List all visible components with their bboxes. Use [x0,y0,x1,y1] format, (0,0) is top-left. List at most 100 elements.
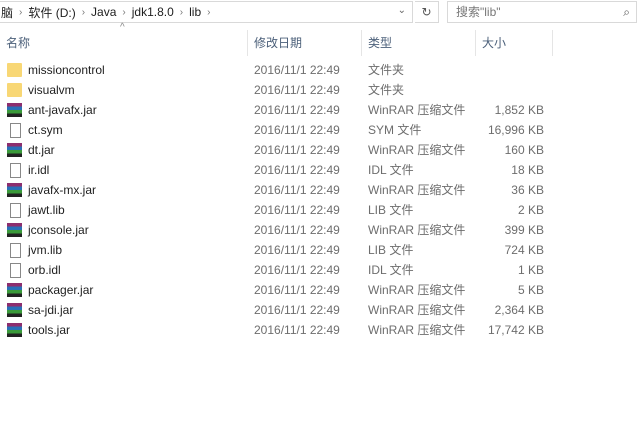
file-name: dt.jar [28,143,55,157]
chevron-right-icon[interactable]: › [180,7,183,18]
file-name: ir.idl [28,163,50,177]
file-row[interactable]: missioncontrol 2016/11/1 22:49 文件夹 [0,60,640,80]
file-type: SYM 文件 [368,123,422,137]
file-icon [10,123,21,138]
file-name: jconsole.jar [28,223,89,237]
file-type: WinRAR 压缩文件 [368,323,466,337]
chevron-right-icon[interactable]: › [207,7,210,18]
folder-icon [7,83,22,97]
file-row[interactable]: packager.jar 2016/11/1 22:49 WinRAR 压缩文件… [0,280,640,300]
file-row[interactable]: ct.sym 2016/11/1 22:49 SYM 文件 16,996 KB [0,120,640,140]
file-icon [10,163,21,178]
file-size: 1,852 KB [494,103,544,117]
file-size: 1 KB [517,263,544,277]
file-type: LIB 文件 [368,243,414,257]
file-type: WinRAR 压缩文件 [368,143,466,157]
file-date: 2016/11/1 22:49 [254,263,340,277]
column-type[interactable]: 类型 [362,30,476,56]
file-date: 2016/11/1 22:49 [254,83,340,97]
file-type: LIB 文件 [368,203,414,217]
column-header: 名称 修改日期 类型 大小 [0,30,640,56]
file-date: 2016/11/1 22:49 [254,103,340,117]
file-row[interactable]: javafx-mx.jar 2016/11/1 22:49 WinRAR 压缩文… [0,180,640,200]
file-icon [10,203,21,218]
file-name: packager.jar [28,283,94,297]
file-row[interactable]: ir.idl 2016/11/1 22:49 IDL 文件 18 KB [0,160,640,180]
file-size: 399 KB [504,223,544,237]
chevron-right-icon[interactable]: › [122,7,125,18]
file-name: ct.sym [28,123,63,137]
file-type: WinRAR 压缩文件 [368,103,466,117]
file-size: 5 KB [517,283,544,297]
file-type: 文件夹 [368,83,405,97]
file-type: WinRAR 压缩文件 [368,283,466,297]
file-row[interactable]: orb.idl 2016/11/1 22:49 IDL 文件 1 KB [0,260,640,280]
file-size: 160 KB [504,143,544,157]
file-date: 2016/11/1 22:49 [254,303,340,317]
breadcrumb-drive[interactable]: 软件 (D:) [28,4,75,21]
breadcrumb-java[interactable]: Java [91,5,116,19]
winrar-archive-icon [7,303,22,317]
address-bar[interactable]: 脑 › 软件 (D:) › Java › jdk1.8.0 › lib › ⌄ [0,1,413,23]
file-type: WinRAR 压缩文件 [368,183,466,197]
file-row[interactable]: jawt.lib 2016/11/1 22:49 LIB 文件 2 KB [0,200,640,220]
file-date: 2016/11/1 22:49 [254,183,340,197]
search-input[interactable]: 搜索"lib" ⌕ [447,1,637,23]
file-type: IDL 文件 [368,163,414,177]
winrar-archive-icon [7,323,22,337]
file-date: 2016/11/1 22:49 [254,143,340,157]
breadcrumb-computer[interactable]: 脑 [1,4,13,21]
file-type: IDL 文件 [368,263,414,277]
file-date: 2016/11/1 22:49 [254,203,340,217]
file-row[interactable]: jvm.lib 2016/11/1 22:49 LIB 文件 724 KB [0,240,640,260]
winrar-archive-icon [7,103,22,117]
file-name: tools.jar [28,323,71,337]
file-date: 2016/11/1 22:49 [254,163,340,177]
search-placeholder: 搜索"lib" [456,5,501,19]
file-row[interactable]: ant-javafx.jar 2016/11/1 22:49 WinRAR 压缩… [0,100,640,120]
chevron-right-icon[interactable]: › [19,7,22,18]
file-row[interactable]: sa-jdi.jar 2016/11/1 22:49 WinRAR 压缩文件 2… [0,300,640,320]
file-row[interactable]: dt.jar 2016/11/1 22:49 WinRAR 压缩文件 160 K… [0,140,640,160]
file-size: 17,742 KB [487,323,544,337]
file-date: 2016/11/1 22:49 [254,283,340,297]
search-icon[interactable]: ⌕ [623,2,630,22]
file-size: 36 KB [511,183,544,197]
column-size[interactable]: 大小 [476,30,553,56]
file-name: missioncontrol [28,63,105,77]
file-row[interactable]: jconsole.jar 2016/11/1 22:49 WinRAR 压缩文件… [0,220,640,240]
file-name: javafx-mx.jar [28,183,97,197]
file-size: 2 KB [517,203,544,217]
file-size: 16,996 KB [487,123,544,137]
file-name: sa-jdi.jar [28,303,74,317]
file-date: 2016/11/1 22:49 [254,323,340,337]
breadcrumb-jdk[interactable]: jdk1.8.0 [132,5,174,19]
file-size: 2,364 KB [494,303,544,317]
winrar-archive-icon [7,143,22,157]
file-row[interactable]: tools.jar 2016/11/1 22:49 WinRAR 压缩文件 17… [0,320,640,340]
file-size: 18 KB [511,163,544,177]
file-size: 724 KB [504,243,544,257]
file-name: jawt.lib [28,203,65,217]
file-row[interactable]: visualvm 2016/11/1 22:49 文件夹 [0,80,640,100]
winrar-archive-icon [7,183,22,197]
chevron-right-icon[interactable]: › [82,7,85,18]
breadcrumb-lib[interactable]: lib [189,5,201,19]
file-icon [10,243,21,258]
file-date: 2016/11/1 22:49 [254,223,340,237]
refresh-button[interactable]: ↻ [415,1,439,23]
file-date: 2016/11/1 22:49 [254,123,340,137]
file-name: visualvm [28,83,75,97]
winrar-archive-icon [7,223,22,237]
file-name: jvm.lib [28,243,63,257]
chevron-down-icon[interactable]: ⌄ [398,5,406,16]
file-date: 2016/11/1 22:49 [254,63,340,77]
file-icon [10,263,21,278]
file-type: WinRAR 压缩文件 [368,303,466,317]
winrar-archive-icon [7,283,22,297]
column-name[interactable]: 名称 [0,30,248,56]
column-date[interactable]: 修改日期 [248,30,362,56]
file-date: 2016/11/1 22:49 [254,243,340,257]
file-name: orb.idl [28,263,61,277]
file-type: WinRAR 压缩文件 [368,223,466,237]
